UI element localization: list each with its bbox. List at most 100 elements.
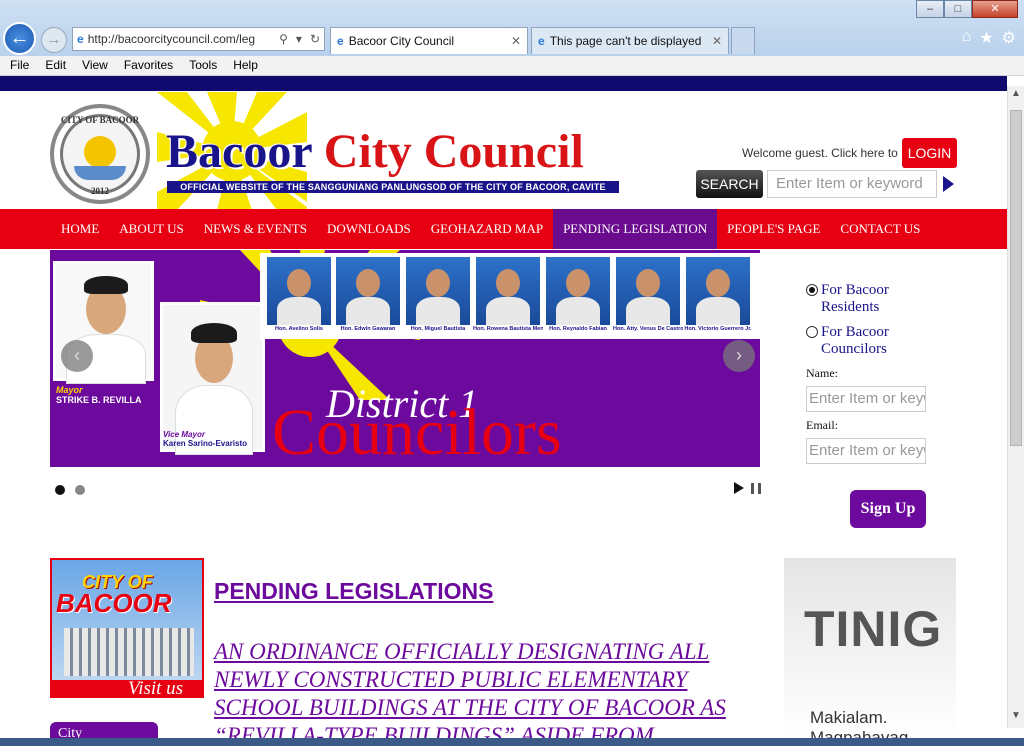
slider-dot-1[interactable]: [55, 485, 65, 495]
main-navigation: HOME ABOUT US NEWS & EVENTS DOWNLOADS GE…: [0, 209, 1007, 249]
nav-contact-us[interactable]: CONTACT US: [830, 209, 930, 249]
councilor-photos: Hon. Avelino Solis Hon. Edwin Gawaran Ho…: [260, 253, 760, 339]
vice-mayor-hair: [191, 323, 237, 343]
tab-label: This page can't be displayed: [549, 34, 702, 48]
mayor-hair: [84, 276, 128, 294]
slide-heading-councilors: Councilors: [272, 396, 562, 468]
visit-us-label: Visit us: [128, 678, 184, 698]
tinig-slogan: Makialam. Magpahayag.: [810, 708, 914, 738]
site-tagline: OFFICIAL WEBSITE OF THE SANGGUNIANG PANL…: [167, 181, 619, 193]
email-label: Email:: [806, 418, 838, 432]
search-input[interactable]: Enter Item or keyword: [767, 170, 937, 198]
search-go-arrow-icon[interactable]: [943, 176, 954, 192]
close-tab-icon[interactable]: ✕: [712, 34, 722, 48]
councilor-name: Hon. Atty. Venus De Castro: [613, 326, 683, 332]
vertical-scrollbar[interactable]: ▲ ▼: [1007, 86, 1024, 728]
home-icon[interactable]: ⌂: [962, 28, 972, 48]
name-input[interactable]: Enter Item or keyword: [806, 386, 926, 412]
nav-pending-legislation[interactable]: PENDING LEGISLATION: [553, 209, 718, 249]
radio-button-unchecked[interactable]: [806, 326, 818, 338]
menu-file[interactable]: File: [10, 56, 29, 75]
menu-tools[interactable]: Tools: [189, 56, 217, 75]
back-button[interactable]: ←: [3, 22, 36, 55]
councilor-photo: [406, 257, 470, 325]
address-url[interactable]: http://bacoorcitycouncil.com/leg: [88, 32, 275, 46]
vice-mayor-role: Vice Mayor: [163, 430, 205, 439]
seal-bridge-icon: [74, 166, 126, 180]
site-title-city-council: City Council: [323, 125, 584, 178]
toolbar-icons: ⌂ ★ ⚙: [962, 28, 1016, 48]
play-icon[interactable]: [734, 482, 744, 494]
nav-about-us[interactable]: ABOUT US: [109, 209, 193, 249]
radio-label-residents: For Bacoor Residents: [821, 282, 889, 315]
scroll-down-arrow-icon[interactable]: ▼: [1008, 710, 1024, 726]
vice-mayor-label: Vice Mayor Karen Sarino-Evaristo: [163, 430, 273, 448]
pause-icon[interactable]: [751, 483, 761, 494]
menu-view[interactable]: View: [82, 56, 108, 75]
favorites-star-icon[interactable]: ★: [979, 28, 993, 48]
ordinance-link[interactable]: AN ORDINANCE OFFICIALLY DESIGNATING ALL …: [214, 638, 780, 738]
vice-mayor-name: Karen Sarino-Evaristo: [163, 439, 248, 448]
tinig-banner[interactable]: TINIG Makialam. Magpahayag.: [784, 558, 956, 738]
tab-label: Bacoor City Council: [348, 34, 455, 48]
minimize-icon[interactable]: –: [916, 0, 944, 18]
maximize-icon[interactable]: □: [944, 0, 972, 18]
subscribe-form: For Bacoor Residents For Bacoor Councilo…: [806, 282, 946, 464]
close-icon[interactable]: ✕: [972, 0, 1018, 18]
welcome-text: Welcome guest. Click here to: [742, 146, 898, 160]
slider-prev-arrow-icon[interactable]: ‹: [61, 340, 93, 372]
tab-bacoor-city-council[interactable]: e Bacoor City Council ✕: [330, 27, 528, 54]
top-band: [0, 76, 1007, 91]
os-taskbar: [0, 738, 1024, 746]
seal-year: 2012: [91, 186, 109, 196]
councilor-photo: [267, 257, 331, 325]
menu-favorites[interactable]: Favorites: [124, 56, 173, 75]
forward-button[interactable]: →: [41, 27, 67, 53]
search-button[interactable]: SEARCH: [696, 170, 763, 198]
close-tab-icon[interactable]: ✕: [511, 34, 521, 48]
councilor-photo: [616, 257, 680, 325]
radio-bacoor-residents[interactable]: For Bacoor Residents: [806, 282, 946, 316]
slider-dot-2[interactable]: [75, 485, 85, 495]
gear-icon[interactable]: ⚙: [1002, 28, 1016, 48]
visit-us-banner[interactable]: CITY OF BACOOR Visit us: [50, 558, 204, 698]
mayor-name: STRIKE B. REVILLA: [56, 395, 142, 405]
menu-help[interactable]: Help: [233, 56, 258, 75]
city-sidebar-box[interactable]: City: [50, 722, 158, 738]
city-seal-logo: CITY OF BACOOR 2012: [50, 104, 150, 204]
nav-home[interactable]: HOME: [51, 209, 109, 249]
seal-top-text: CITY OF BACOOR: [60, 115, 140, 125]
ie-tab-icon: e: [337, 34, 344, 48]
dropdown-icon[interactable]: ▾: [296, 32, 302, 46]
radio-label-councilors: For Bacoor Councilors: [821, 324, 889, 357]
councilor-photo: [546, 257, 610, 325]
site-title: Bacoor City Council: [166, 124, 584, 180]
radio-bacoor-councilors[interactable]: For Bacoor Councilors: [806, 324, 946, 358]
councilor-photo: [476, 257, 540, 325]
nav-geohazard-map[interactable]: GEOHAZARD MAP: [421, 209, 553, 249]
sign-up-button[interactable]: Sign Up: [850, 490, 926, 528]
scroll-up-arrow-icon[interactable]: ▲: [1008, 88, 1024, 104]
site-title-bacoor: Bacoor: [166, 125, 312, 178]
menu-edit[interactable]: Edit: [45, 56, 66, 75]
councilor-photo: [336, 257, 400, 325]
scrollbar-thumb[interactable]: [1010, 110, 1022, 446]
seal-sun-icon: [84, 136, 116, 168]
new-tab-button[interactable]: [731, 27, 755, 54]
tab-page-cant-display[interactable]: e This page can't be displayed ✕: [531, 27, 729, 54]
nav-downloads[interactable]: DOWNLOADS: [317, 209, 421, 249]
nav-peoples-page[interactable]: PEOPLE'S PAGE: [717, 209, 830, 249]
pending-legislations-title[interactable]: PENDING LEGISLATIONS: [214, 578, 493, 605]
councilor-name: Hon. Victorio Guerrero Jr.: [684, 326, 752, 332]
councilor-name: Hon. Edwin Gawaran: [340, 326, 396, 332]
nav-news-events[interactable]: NEWS & EVENTS: [194, 209, 317, 249]
login-button[interactable]: LOGIN: [902, 138, 957, 168]
mayor-role: Mayor: [56, 385, 83, 395]
refresh-icon[interactable]: ↻: [310, 32, 320, 46]
hero-slider: Mayor STRIKE B. REVILLA Vice Mayor Karen…: [50, 250, 760, 467]
address-bar[interactable]: e http://bacoorcitycouncil.com/leg ⚲ ▾ ↻: [72, 27, 325, 51]
radio-button-checked[interactable]: [806, 284, 818, 296]
slider-next-arrow-icon[interactable]: ›: [723, 340, 755, 372]
email-input[interactable]: Enter Item or keyword: [806, 438, 926, 464]
search-icon[interactable]: ⚲: [279, 32, 288, 46]
